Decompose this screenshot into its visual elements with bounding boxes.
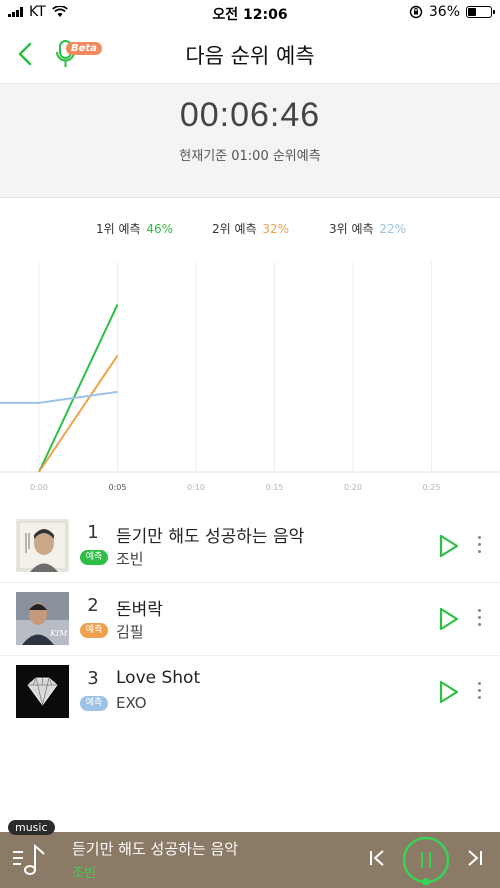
song-row[interactable]: KIM 2 돈벼락 예측 김필 — [0, 583, 500, 656]
artist-name[interactable]: 조빈 — [116, 548, 144, 569]
legend-item-rank-1: 1위 예측 46% — [96, 220, 173, 237]
prediction-badge: 예측 — [80, 623, 108, 638]
svg-text:KIM: KIM — [49, 629, 68, 638]
series-line — [38, 304, 119, 473]
play-button[interactable] — [438, 680, 460, 704]
now-playing-artist[interactable]: 조빈 — [72, 862, 96, 881]
x-tick-label: 0:00 — [30, 483, 48, 492]
x-tick-label: 0:10 — [187, 483, 205, 492]
countdown-timer: 00:06:46 — [179, 96, 321, 134]
series-line — [0, 390, 118, 404]
legend-pct: 22% — [379, 222, 407, 236]
song-title[interactable]: 듣기만 해도 성공하는 음악 — [116, 522, 304, 547]
prediction-badge: 예측 — [80, 550, 108, 565]
battery-icon — [466, 6, 495, 18]
legend-label: 3위 예측 — [329, 222, 374, 236]
x-tick-label: 0:20 — [344, 483, 362, 492]
album-art: KIM — [16, 592, 69, 645]
more-options-button[interactable] — [474, 609, 484, 629]
x-tick-label: 0:25 — [423, 483, 441, 492]
next-track-button[interactable] — [464, 848, 484, 868]
rank-prediction-chart: 0:00 0:05 0:10 0:15 0:20 0:25 — [0, 262, 500, 492]
rank-number: 2 — [87, 595, 99, 616]
previous-track-button[interactable] — [368, 848, 388, 868]
battery-percent: 36% — [428, 4, 460, 20]
countdown-section: 00:06:46 현재기준 01:00 순위예측 — [0, 84, 500, 198]
song-title[interactable]: Love Shot — [116, 668, 200, 688]
now-playing-title[interactable]: 듣기만 해도 성공하는 음악 — [72, 838, 238, 859]
artist-name[interactable]: 김필 — [116, 621, 144, 642]
x-tick-label: 0:05 — [109, 483, 127, 492]
album-art — [16, 665, 69, 718]
music-tag: music — [8, 820, 55, 835]
legend-item-rank-3: 3위 예측 22% — [329, 220, 406, 237]
legend-label: 2위 예측 — [212, 222, 257, 236]
countdown-subtitle: 현재기준 01:00 순위예측 — [179, 149, 321, 164]
nav-header: Beta 다음 순위 예측 — [0, 26, 500, 84]
chart-legend: 1위 예측 46% 2위 예측 32% 3위 예측 22% — [0, 220, 500, 240]
x-tick-label: 0:15 — [266, 483, 284, 492]
song-list: 1 듣기만 해도 성공하는 음악 예측 조빈 KIM 2 돈벼락 예측 김필 3… — [0, 510, 500, 729]
song-row[interactable]: 1 듣기만 해도 성공하는 음악 예측 조빈 — [0, 510, 500, 583]
rank-number: 1 — [87, 522, 99, 543]
playlist-icon[interactable] — [10, 840, 50, 880]
artist-name[interactable]: EXO — [116, 694, 147, 712]
page-title: 다음 순위 예측 — [185, 44, 315, 68]
play-button[interactable] — [438, 607, 460, 631]
prediction-badge: 예측 — [80, 696, 108, 711]
pause-button[interactable] — [401, 835, 451, 885]
legend-pct: 46% — [146, 222, 174, 236]
more-options-button[interactable] — [474, 682, 484, 702]
legend-pct: 32% — [262, 222, 290, 236]
more-options-button[interactable] — [474, 536, 484, 556]
legend-item-rank-2: 2위 예측 32% — [212, 220, 289, 237]
orientation-lock-icon — [409, 5, 423, 19]
song-title[interactable]: 돈벼락 — [116, 595, 163, 620]
series-line — [38, 354, 119, 473]
album-art — [16, 519, 69, 572]
play-button[interactable] — [438, 534, 460, 558]
status-bar: KT 오전 12:06 36% — [0, 0, 500, 26]
legend-label: 1위 예측 — [96, 222, 141, 236]
mini-player[interactable]: 듣기만 해도 성공하는 음악 조빈 — [0, 832, 500, 888]
rank-number: 3 — [87, 668, 99, 689]
song-row[interactable]: 3 Love Shot 예측 EXO — [0, 656, 500, 729]
